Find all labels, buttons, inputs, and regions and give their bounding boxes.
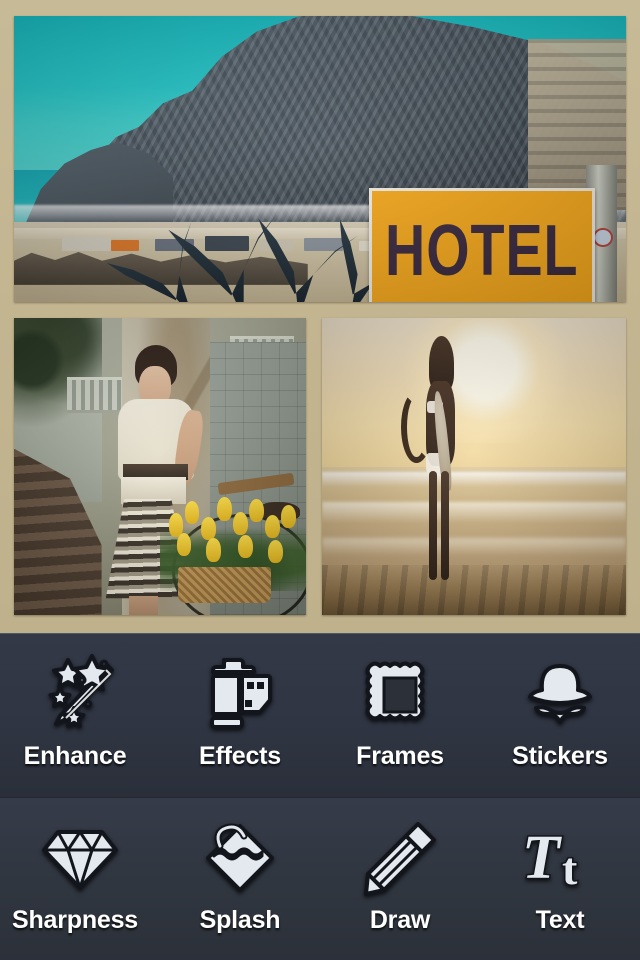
tool-effects[interactable]: Effects (160, 634, 320, 797)
hat-mustache-icon (518, 652, 602, 736)
tool-frames[interactable]: Frames (320, 634, 480, 797)
paint-bucket-icon (198, 816, 282, 900)
tool-draw-label: Draw (369, 906, 431, 934)
app-root: HOTEL Enhance Effects Frames Stickers Sh… (0, 0, 640, 960)
surfer-leg-right (440, 470, 449, 581)
photo-top-content: HOTEL (14, 16, 626, 302)
photo-surfer-sunset[interactable] (322, 318, 626, 615)
surfer-figure (401, 335, 468, 585)
photo-vintage-fashion-tulips[interactable] (14, 318, 306, 615)
text-tt-icon: T t (518, 816, 602, 900)
tool-enhance[interactable]: Enhance (0, 634, 160, 797)
model-legs (128, 596, 159, 615)
editing-tool-palette: Enhance Effects Frames Stickers Sharpnes… (0, 633, 640, 960)
tool-row-2: Sharpness Splash Draw T t Text (0, 797, 640, 960)
tool-sharpness[interactable]: Sharpness (0, 798, 160, 960)
tool-effects-label: Effects (199, 742, 281, 770)
tool-frames-label: Frames (356, 742, 444, 770)
palm-fronds (112, 210, 381, 302)
hotel-sign-text: HOTEL (385, 209, 579, 291)
tool-enhance-label: Enhance (23, 742, 127, 770)
film-roll-icon (198, 652, 282, 736)
tool-text[interactable]: T t Text (480, 798, 640, 960)
picture-frame-icon (358, 652, 442, 736)
tool-row-1: Enhance Effects Frames Stickers (0, 633, 640, 797)
tool-text-label: Text (535, 906, 585, 934)
svg-text:T: T (522, 824, 562, 892)
sand-region (322, 564, 626, 615)
photo-bottom-left-content (14, 318, 306, 615)
hotel-sign: HOTEL (368, 187, 596, 302)
wave-line-1 (322, 472, 626, 488)
tool-draw[interactable]: Draw (320, 798, 480, 960)
pencil-icon (358, 816, 442, 900)
photo-collage-canvas[interactable]: HOTEL (0, 0, 640, 633)
tool-sharpness-label: Sharpness (11, 906, 139, 934)
tool-splash[interactable]: Splash (160, 798, 320, 960)
wave-line-2 (322, 502, 626, 523)
magic-wand-icon (38, 652, 122, 736)
yellow-tulips (166, 490, 300, 579)
svg-text:t: t (562, 843, 578, 894)
tool-stickers[interactable]: Stickers (480, 634, 640, 797)
photo-coastal-bay-hotel[interactable]: HOTEL (14, 16, 626, 302)
diamond-icon (38, 816, 122, 900)
tool-splash-label: Splash (199, 906, 281, 934)
post-sticker (592, 227, 613, 248)
surfer-leg-left (428, 470, 437, 581)
photo-bottom-right-content (322, 318, 626, 615)
tool-stickers-label: Stickers (512, 742, 608, 770)
wave-line-3 (322, 537, 626, 556)
